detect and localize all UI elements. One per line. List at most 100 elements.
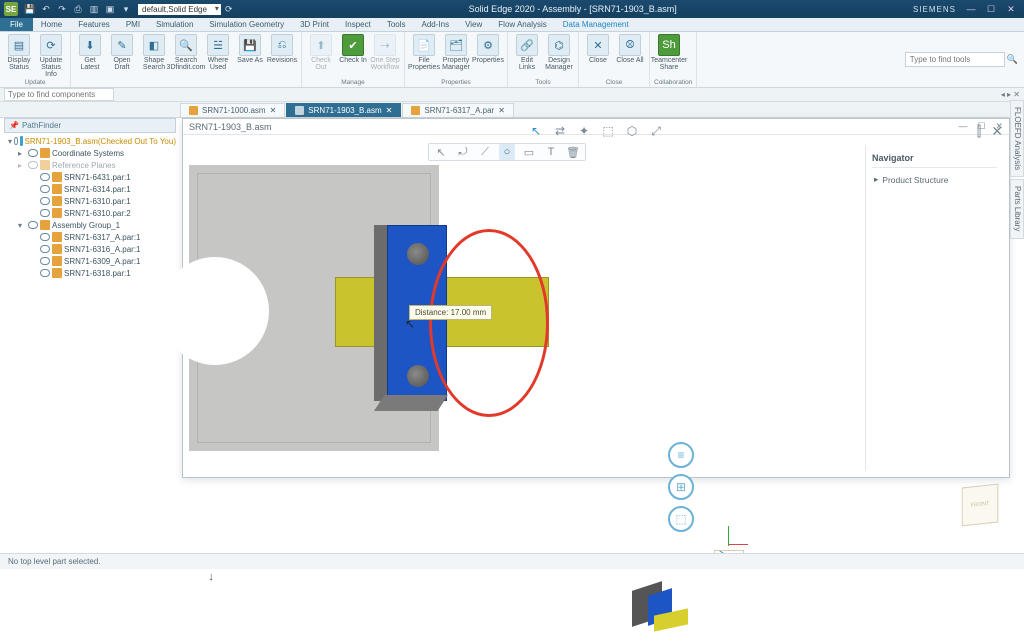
view-grid-button[interactable]: ⊞ [668, 474, 694, 500]
tab-data-management[interactable]: Data Management [555, 18, 637, 31]
properties-button[interactable]: ⚙Properties [473, 34, 503, 71]
visibility-icon[interactable] [28, 149, 38, 157]
visibility-icon[interactable] [40, 197, 50, 205]
tree-node[interactable]: SRN71-6310.par:2 [4, 207, 176, 219]
nav-cube[interactable]: FRONT [962, 484, 999, 527]
qat-redo-icon[interactable]: ↷ [56, 3, 68, 15]
delete-tool[interactable]: 🗑 [565, 144, 581, 160]
tree-node[interactable]: ▾Assembly Group_1 [4, 219, 176, 231]
tab-floefd[interactable]: FLOEFD Analysis [1010, 100, 1024, 177]
visibility-icon[interactable] [40, 269, 50, 277]
visibility-icon[interactable] [40, 257, 50, 265]
ribbon-search-input[interactable] [905, 52, 1005, 67]
display-tool[interactable]: ⬡ [624, 123, 640, 139]
tab-home[interactable]: Home [33, 18, 70, 31]
visibility-icon[interactable] [40, 173, 50, 181]
open-draft-button[interactable]: ✎Open Draft [107, 34, 137, 71]
display-status-button[interactable]: ▤Display Status [4, 34, 34, 78]
visibility-icon[interactable] [40, 245, 50, 253]
visibility-icon[interactable] [28, 221, 38, 229]
view-box-button[interactable]: ⬚ [668, 506, 694, 532]
visibility-icon[interactable] [28, 161, 38, 169]
tab-features[interactable]: Features [70, 18, 118, 31]
measure-tool[interactable]: ⤢ [648, 123, 664, 139]
tab-inspect[interactable]: Inspect [337, 18, 379, 31]
design-manager-button[interactable]: ⌬Design Manager [544, 34, 574, 71]
twisty-icon[interactable]: ▸ [18, 161, 26, 170]
tab-pmi[interactable]: PMI [118, 18, 148, 31]
tree-node[interactable]: SRN71-6318.par:1 [4, 267, 176, 279]
close-tab-icon[interactable]: ✕ [386, 106, 393, 115]
background-model-preview[interactable] [618, 582, 698, 642]
tree-node[interactable]: SRN71-6310.par:1 [4, 195, 176, 207]
line-tool[interactable]: ⟋ [477, 144, 493, 160]
close-button[interactable]: ✕ [1002, 2, 1020, 16]
navigator-item[interactable]: ▸ Product Structure [872, 168, 997, 191]
qat-window-icon[interactable]: ▣ [104, 3, 116, 15]
explode-tool[interactable]: ✦ [576, 123, 592, 139]
close-doc-button[interactable]: ✕Close [583, 34, 613, 64]
freehand-tool[interactable]: ⤾ [455, 144, 471, 160]
search-go-icon[interactable]: 🔍 [1007, 54, 1018, 65]
select-tool[interactable]: ↖ [528, 123, 544, 139]
doc-tab[interactable]: SRN71-1000.asm✕ [180, 103, 285, 117]
tab-add-ins[interactable]: Add-Ins [414, 18, 458, 31]
visibility-icon[interactable] [14, 137, 18, 145]
pathfinder-header[interactable]: 📌 PathFinder [4, 118, 176, 133]
qat-view-icon[interactable]: ▥ [88, 3, 100, 15]
edit-links-button[interactable]: 🔗Edit Links [512, 34, 542, 71]
close-tab-icon[interactable]: ✕ [270, 106, 277, 115]
doc-minimize[interactable]: — [958, 121, 967, 132]
search-3dfindit-button[interactable]: 🔍Search 3Dfindit.com [171, 34, 201, 71]
qat-drop-icon[interactable]: ▾ [120, 3, 132, 15]
one-step-workflow-button[interactable]: ⇢One Step Workflow [370, 34, 400, 71]
save-as-button[interactable]: 💾Save As [235, 34, 265, 71]
component-search-input[interactable] [4, 88, 114, 101]
check-out-button[interactable]: ⬆Check Out [306, 34, 336, 71]
pan-tool[interactable]: ⇄ [552, 123, 568, 139]
tree-node[interactable]: SRN71-6309_A.par:1 [4, 255, 176, 267]
close-all-button[interactable]: ⮾Close All [615, 34, 645, 64]
tab-simulation[interactable]: Simulation [148, 18, 201, 31]
update-status-info-button[interactable]: ⟳Update Status Info [36, 34, 66, 78]
close-tab-icon[interactable]: ✕ [498, 106, 505, 115]
tab-tools[interactable]: Tools [379, 18, 414, 31]
tree-node[interactable]: SRN71-6431.par:1 [4, 171, 176, 183]
tree-node[interactable]: ▸Reference Planes [4, 159, 176, 171]
text-tool[interactable]: T [543, 144, 559, 160]
twisty-icon[interactable]: ▸ [18, 149, 26, 158]
check-in-button[interactable]: ✔Check In [338, 34, 368, 71]
tab-flow-analysis[interactable]: Flow Analysis [490, 18, 554, 31]
get-latest-button[interactable]: ⬇Get Latest [75, 34, 105, 71]
twisty-icon[interactable]: ▾ [8, 137, 12, 146]
tab-parts-library[interactable]: Parts Library [1010, 179, 1024, 238]
section-tool[interactable]: ⬚ [600, 123, 616, 139]
tab-simulation-geometry[interactable]: Simulation Geometry [201, 18, 292, 31]
panel-close[interactable]: ✕ [991, 123, 1003, 140]
file-properties-button[interactable]: 📄File Properties [409, 34, 439, 71]
tree-node[interactable]: SRN71-6316_A.par:1 [4, 243, 176, 255]
teamcenter-share-button[interactable]: ShTeamcenter Share [654, 34, 684, 71]
part-style-combo[interactable]: default,Solid Edge [138, 4, 221, 15]
tree-node[interactable]: SRN71-6317_A.par:1 [4, 231, 176, 243]
panel-toggle[interactable]: ⫿ [977, 123, 981, 140]
doc-tab[interactable]: SRN71-6317_A.par✕ [402, 103, 514, 117]
shape-search-button[interactable]: ◧Shape Search [139, 34, 169, 71]
where-used-button[interactable]: ☱Where Used [203, 34, 233, 71]
tree-node[interactable]: SRN71-6314.par:1 [4, 183, 176, 195]
viewport[interactable]: Distance: 17.00 mm ↖ [189, 165, 859, 471]
tab-view[interactable]: View [457, 18, 490, 31]
file-menu[interactable]: File [0, 18, 33, 31]
tree-node[interactable]: ▾SRN71-1903_B.asm(Checked Out To You) [4, 135, 176, 147]
tree-node[interactable]: ▸Coordinate Systems [4, 147, 176, 159]
qat-print-icon[interactable]: ⎙ [72, 3, 84, 15]
view-list-button[interactable]: ≡ [668, 442, 694, 468]
circle-tool[interactable]: ○ [499, 144, 515, 160]
tab-3d-print[interactable]: 3D Print [292, 18, 337, 31]
minimize-button[interactable]: — [962, 2, 980, 16]
doc-tab[interactable]: SRN71-1903_B.asm✕ [286, 103, 401, 117]
maximize-button[interactable]: ☐ [982, 2, 1000, 16]
visibility-icon[interactable] [40, 209, 50, 217]
qat-undo-icon[interactable]: ↶ [40, 3, 52, 15]
pin-icon[interactable]: 📌 [9, 121, 19, 130]
